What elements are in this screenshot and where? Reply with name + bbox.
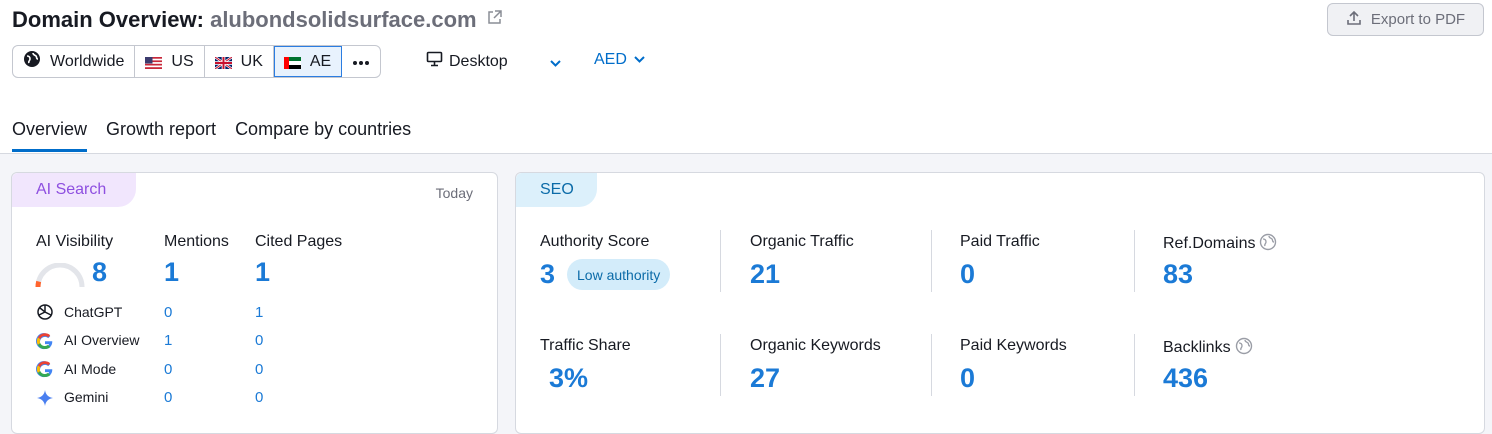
- metric-divider: [720, 230, 721, 292]
- currency-label: AED: [594, 51, 627, 68]
- organic-keywords-value[interactable]: 27: [750, 363, 780, 394]
- organic-traffic-label: Organic Traffic: [750, 233, 854, 250]
- database-label: UK: [240, 52, 263, 70]
- seo-card: SEO Authority Score 3 Low authority Orga…: [515, 172, 1485, 434]
- paid-keywords-label: Paid Keywords: [960, 337, 1067, 354]
- ai-search-card: AI Search Today AI Visibility Mentions C…: [11, 172, 498, 434]
- ai-search-tag: AI Search: [12, 173, 136, 207]
- mentions-label: Mentions: [164, 233, 229, 250]
- upload-icon: [1346, 10, 1362, 30]
- platform-cited[interactable]: 0: [255, 389, 263, 406]
- cited-pages-value[interactable]: 1: [255, 257, 270, 288]
- ae-flag-icon: [283, 56, 301, 69]
- platform-name: AI Overview: [64, 332, 140, 348]
- platform-cited[interactable]: 0: [255, 361, 263, 378]
- platform-name: ChatGPT: [64, 304, 123, 320]
- more-dots-icon: [352, 53, 370, 71]
- authority-badge: Low authority: [567, 259, 671, 290]
- tab-overview[interactable]: Overview: [12, 119, 88, 152]
- monitor-icon: [426, 51, 443, 72]
- export-pdf-button[interactable]: Export to PDF: [1327, 3, 1484, 36]
- ai-visibility-gauge: [35, 262, 85, 294]
- backlinks-label: Backlinks: [1163, 337, 1253, 360]
- metric-divider: [931, 334, 932, 396]
- traffic-share-value[interactable]: 3%: [549, 363, 588, 394]
- platform-mentions[interactable]: 1: [164, 332, 172, 349]
- mentions-value[interactable]: 1: [164, 257, 179, 288]
- database-us-button[interactable]: US: [135, 46, 205, 77]
- organic-keywords-label: Organic Keywords: [750, 337, 881, 354]
- database-label: Worldwide: [50, 52, 125, 70]
- title-prefix: Domain Overview:: [12, 7, 204, 32]
- platform-cited[interactable]: 0: [255, 332, 263, 349]
- seo-tag: SEO: [516, 173, 597, 207]
- database-ae-button[interactable]: AE: [273, 46, 343, 77]
- chevron-down-icon[interactable]: [549, 55, 562, 73]
- metric-divider: [1134, 230, 1135, 292]
- backlinks-label-text: Backlinks: [1163, 339, 1231, 356]
- info-globe-icon[interactable]: [1259, 233, 1277, 256]
- platform-cited[interactable]: 1: [255, 304, 263, 321]
- ref-domains-value[interactable]: 83: [1163, 259, 1193, 290]
- domain-name[interactable]: alubondsolidsurface.com: [210, 7, 477, 32]
- traffic-share-label: Traffic Share: [540, 337, 631, 354]
- export-pdf-label: Export to PDF: [1370, 11, 1466, 28]
- platform-mentions[interactable]: 0: [164, 361, 172, 378]
- ai-visibility-value[interactable]: 8: [92, 257, 107, 288]
- tab-compare-by-countries[interactable]: Compare by countries: [235, 119, 411, 151]
- report-tabs: Overview Growth report Compare by countr…: [12, 119, 411, 152]
- metric-divider: [1134, 334, 1135, 396]
- external-link-icon[interactable]: [487, 5, 502, 31]
- ref-domains-label: Ref.Domains: [1163, 233, 1277, 256]
- uk-flag-icon: [213, 55, 233, 70]
- us-flag-icon: [145, 56, 163, 69]
- metric-divider: [720, 334, 721, 396]
- more-databases-button[interactable]: [342, 46, 380, 77]
- database-uk-button[interactable]: UK: [205, 46, 274, 77]
- chatgpt-icon: [35, 302, 55, 322]
- globe-icon: [23, 50, 41, 73]
- page-title: Domain Overview: alubondsolidsurface.com: [12, 5, 502, 33]
- device-label: Desktop: [449, 52, 508, 70]
- header-panel: Domain Overview: alubondsolidsurface.com…: [0, 0, 1492, 154]
- platform-name: Gemini: [64, 389, 109, 405]
- authority-score-value[interactable]: 3: [540, 259, 555, 290]
- organic-traffic-value[interactable]: 21: [750, 259, 780, 290]
- date-label: Today: [435, 185, 473, 201]
- google-icon: [35, 331, 55, 351]
- backlinks-value[interactable]: 436: [1163, 363, 1208, 394]
- database-label: AE: [309, 52, 332, 70]
- platform-name: AI Mode: [64, 361, 117, 377]
- paid-keywords-value[interactable]: 0: [960, 363, 975, 394]
- paid-traffic-value[interactable]: 0: [960, 259, 975, 290]
- google-icon: [35, 359, 55, 379]
- authority-score-label: Authority Score: [540, 233, 650, 250]
- info-globe-icon[interactable]: [1235, 337, 1253, 360]
- ref-domains-label-text: Ref.Domains: [1163, 235, 1256, 252]
- database-selector: Worldwide US UK AE: [12, 45, 382, 78]
- platform-mentions[interactable]: 0: [164, 389, 172, 406]
- database-label: US: [171, 52, 194, 70]
- currency-selector[interactable]: AED: [594, 51, 646, 69]
- metric-divider: [931, 230, 932, 292]
- ai-visibility-label: AI Visibility: [36, 233, 114, 250]
- chevron-down-icon: [633, 51, 646, 69]
- gemini-icon: [35, 388, 55, 408]
- device-selector[interactable]: Desktop: [426, 51, 508, 72]
- paid-traffic-label: Paid Traffic: [960, 233, 1040, 250]
- tab-growth-report[interactable]: Growth report: [106, 119, 216, 151]
- platform-mentions[interactable]: 0: [164, 304, 172, 321]
- cited-pages-label: Cited Pages: [255, 233, 343, 250]
- database-worldwide-button[interactable]: Worldwide: [13, 46, 136, 77]
